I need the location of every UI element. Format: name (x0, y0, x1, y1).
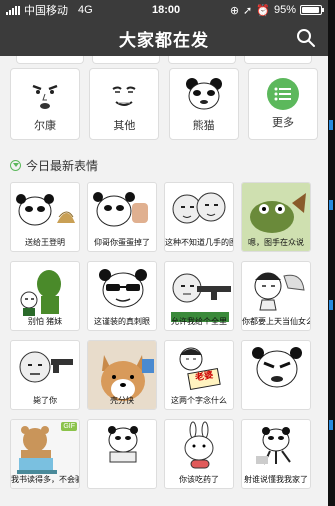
sticker-girl-sign[interactable]: 老婆 这两个字念什么 (164, 340, 234, 410)
sticker-bear-reading[interactable]: GIF 我书读得多，不会骗人的 (10, 419, 80, 489)
sticker-caption: 嗯，图手在众说 (248, 238, 304, 247)
search-icon[interactable] (296, 28, 316, 48)
sticker-green-monster[interactable]: 别怕 猪妹 (10, 261, 80, 331)
category-more[interactable]: 更多 (247, 68, 318, 140)
panda-face-icon (184, 75, 224, 113)
battery-fill (302, 7, 320, 13)
status-left: 中国移动 4G (6, 2, 93, 18)
erkang-face-icon (25, 75, 65, 113)
category-label: 尔康 (34, 120, 56, 132)
sticker-panda-running[interactable]: 射谁说懂我我家了 (241, 419, 311, 489)
sticker-frog-cartoon[interactable]: 嗯，图手在众说 (241, 182, 311, 252)
sticker-caption: 毙了你 (33, 396, 57, 405)
sticker-panda-poop[interactable]: 送给王登明 (10, 182, 80, 252)
smug-face-icon (104, 75, 144, 113)
category-panda[interactable]: 熊猫 (168, 68, 239, 140)
signal-icon (6, 5, 20, 15)
alarm-icon: ⏰ (256, 4, 270, 17)
collapse-arrow-icon[interactable] (10, 159, 21, 171)
category-label: 更多 (271, 117, 294, 129)
sticker-face-pistol[interactable]: 毙了你 (10, 340, 80, 410)
sticker-panda-book[interactable] (87, 419, 157, 489)
network-label: 4G (78, 4, 93, 16)
category-erkang[interactable]: 尔康 (10, 68, 80, 140)
sticker-caption: 这谨装的真刺眼 (94, 317, 150, 326)
panda-angry-image (252, 347, 302, 388)
category-row: 尔康 其他 熊猫 更多 (0, 68, 328, 140)
sticker-caption: 允许我给个全里 (171, 317, 227, 326)
sticker-caption: 送给王登明 (25, 238, 65, 247)
location-icon: ➚ (243, 4, 253, 17)
battery-icon (300, 5, 324, 15)
sticker-grid: 送给王登明 仰哥你蛋蛋掉了 这种不知道几手的图你还在发 嗯，图手在众说别怕 猪妹 这谨装… (0, 182, 328, 489)
sticker-face-gun[interactable]: 允许我给个全里 (164, 261, 234, 331)
sticker-panda-angry[interactable] (241, 340, 311, 410)
sticker-shiba-dog[interactable]: 壳分快 (87, 340, 157, 410)
status-bar: 中国移动 4G 18:00 ⊕ ➚ ⏰ 95% (0, 0, 328, 20)
category-label: 熊猫 (192, 120, 215, 132)
sticker-caption: 这种不知道几手的图你还在发 (165, 238, 233, 247)
navigation-header: 大家都在发 (0, 20, 328, 56)
sticker-panda-sunglasses[interactable]: 这谨装的真刺眼 (87, 261, 157, 331)
sticker-caption: 这两个字念什么 (171, 396, 227, 405)
section-title: 今日最新表情 (26, 158, 99, 173)
sticker-caption: 仰哥你蛋蛋掉了 (94, 238, 150, 247)
sticker-panda-hand[interactable]: 仰哥你蛋蛋掉了 (87, 182, 157, 252)
page-title: 大家都在发 (119, 30, 209, 50)
sticker-two-faces[interactable]: 这种不知道几手的图你还在发 (164, 182, 234, 252)
battery-percent: 95% (273, 4, 296, 16)
sticker-caption: 你都要上天当仙女么 (242, 317, 311, 326)
sticker-girl-fan[interactable]: 你都要上天当仙女么 (241, 261, 311, 331)
clock: 18:00 (152, 4, 181, 16)
sticker-bunny-pill[interactable]: 你该吃药了 (164, 419, 234, 489)
sticker-caption: 你该吃药了 (179, 475, 219, 484)
edge-strip (328, 0, 335, 506)
category-label: 其他 (113, 120, 136, 132)
content-scroll[interactable]: 尔康 其他 熊猫 更多 今日最新表情 送给王登明 仰哥你蛋蛋掉了 这种不知道几手… (0, 56, 328, 506)
phone-screen: 中国移动 4G 18:00 ⊕ ➚ ⏰ 95% 大家都在发 尔康 其他 熊猫 更… (0, 0, 328, 506)
gif-badge: GIF (61, 422, 77, 431)
sticker-caption: 别怕 猪妹 (27, 317, 63, 326)
sticker-caption: 我书读得多，不会骗人的 (11, 475, 79, 484)
panda-book-image (108, 426, 138, 463)
status-right: ⊕ ➚ ⏰ 95% (229, 4, 324, 17)
list-icon (266, 78, 299, 110)
sticker-caption: 射谁说懂我我家了 (244, 475, 308, 484)
previous-row-cutoff (0, 56, 328, 66)
sticker-caption: 壳分快 (110, 396, 134, 405)
category-other[interactable]: 其他 (89, 68, 160, 140)
carrier-label: 中国移动 (24, 5, 68, 17)
section-header: 今日最新表情 (0, 156, 328, 174)
rotation-lock-icon: ⊕ (229, 4, 240, 17)
